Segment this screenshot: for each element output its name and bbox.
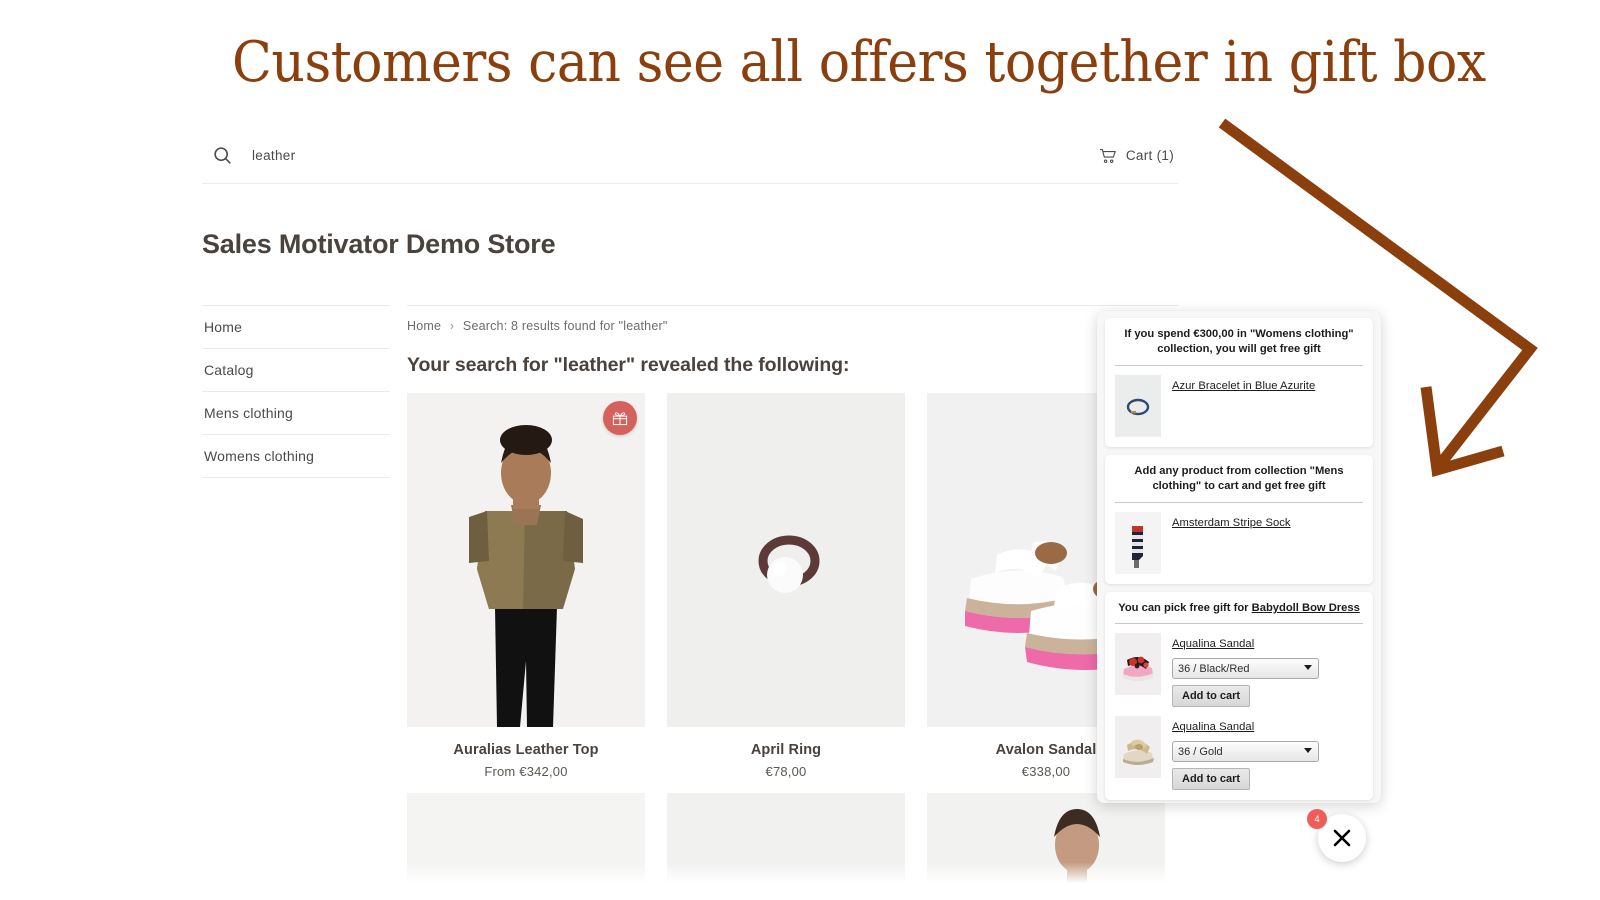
model-in-bronze-leather-top-illustration: [407, 393, 645, 727]
search-input[interactable]: [252, 148, 652, 163]
breadcrumb: Home › Search: 8 results found for "leat…: [407, 306, 1178, 333]
gift-box-icon: [612, 412, 628, 426]
add-to-cart-button[interactable]: Add to cart: [1172, 685, 1251, 708]
product-image[interactable]: [667, 793, 905, 888]
offer-card: Add any product from collection "Mens cl…: [1105, 454, 1373, 584]
gift-product-link[interactable]: Aqualina Sandal: [1172, 721, 1254, 733]
red-navy-striped-sock-illustration: [1115, 511, 1161, 574]
gift-item: Amsterdam Stripe Sock: [1115, 503, 1363, 574]
gift-item: Aqualina Sandal 36 / Gold Add to cart: [1115, 707, 1363, 791]
sidebar-item-womens-clothing[interactable]: Womens clothing: [202, 435, 390, 478]
breadcrumb-separator: ›: [449, 319, 455, 333]
cart-link[interactable]: Cart (1): [1099, 148, 1174, 164]
site-header: Cart (1): [202, 128, 1178, 184]
gift-details: Azur Bracelet in Blue Azurite: [1172, 375, 1363, 394]
gift-product-link[interactable]: Amsterdam Stripe Sock: [1172, 517, 1291, 529]
gift-badge[interactable]: [603, 401, 637, 435]
variant-select[interactable]: 36 / Gold: [1172, 741, 1319, 763]
offer-title: Add any product from collection "Mens cl…: [1115, 464, 1363, 503]
product-title: Auralias Leather Top: [453, 742, 599, 758]
gold-strap-sandal-illustration: [1115, 716, 1161, 779]
product-image[interactable]: [407, 393, 645, 727]
product-card[interactable]: April Ring €78,00: [667, 393, 905, 779]
offer-card: You can pick free gift for Babydoll Bow …: [1105, 591, 1373, 801]
search-results-region: Home › Search: 8 results found for "leat…: [407, 305, 1178, 888]
sidebar-nav: Home Catalog Mens clothing Womens clothi…: [202, 305, 390, 888]
store-page: Cart (1) Sales Motivator Demo Store Home…: [190, 128, 1190, 888]
product-image[interactable]: [667, 393, 905, 727]
product-card[interactable]: [927, 793, 1165, 888]
gift-thumbnail[interactable]: [1115, 716, 1161, 779]
product-card[interactable]: Auralias Leather Top From €342,00: [407, 393, 645, 779]
gift-details: Amsterdam Stripe Sock: [1172, 512, 1363, 531]
dark-band-ring-with-white-pearl-illustration: [667, 393, 905, 727]
annotation-headline: Customers can see all offers together in…: [232, 30, 1486, 95]
sidebar-item-catalog[interactable]: Catalog: [202, 349, 390, 392]
gift-product-link[interactable]: Azur Bracelet in Blue Azurite: [1172, 380, 1315, 392]
store-title: Sales Motivator Demo Store: [202, 229, 556, 259]
variant-select-wrapper: 36 / Gold: [1172, 735, 1319, 763]
product-title: April Ring: [750, 742, 822, 758]
offer-title-text: If you spend €300,00 in "Womens clothing…: [1124, 328, 1354, 356]
offer-card: If you spend €300,00 in "Womens clothing…: [1105, 318, 1373, 447]
page-body: Home Catalog Mens clothing Womens clothi…: [190, 305, 1190, 888]
product-image[interactable]: [407, 793, 645, 888]
gift-thumbnail[interactable]: [1115, 633, 1161, 696]
search-icon[interactable]: [212, 145, 234, 167]
offer-title-text: You can pick free gift for: [1118, 601, 1252, 614]
gift-thumbnail[interactable]: [1115, 374, 1161, 437]
model-in-black-jacket-illustration: [927, 793, 1165, 888]
product-price: From €342,00: [484, 764, 568, 779]
status-badge: 4: [1307, 809, 1327, 829]
offer-title-text: Add any product from collection "Mens cl…: [1134, 464, 1344, 493]
sidebar-item-home[interactable]: Home: [202, 306, 390, 349]
variant-select[interactable]: 36 / Black/Red: [1172, 658, 1319, 680]
shopping-cart-icon: [1099, 148, 1116, 163]
breadcrumb-home[interactable]: Home: [407, 319, 441, 333]
offer-target-product-link[interactable]: Babydoll Bow Dress: [1252, 602, 1360, 614]
product-price: €78,00: [765, 764, 807, 779]
blue-azurite-bracelet-illustration: [1115, 374, 1161, 437]
gift-thumbnail[interactable]: [1115, 511, 1161, 574]
sidebar-item-mens-clothing[interactable]: Mens clothing: [202, 392, 390, 435]
gift-item: Azur Bracelet in Blue Azurite: [1115, 366, 1363, 437]
add-to-cart-button[interactable]: Add to cart: [1172, 768, 1251, 791]
gift-details: Aqualina Sandal 36 / Black/Red Add to ca…: [1172, 633, 1363, 708]
gift-details: Aqualina Sandal 36 / Gold Add to cart: [1172, 716, 1363, 791]
screenshot-root: Customers can see all offers together in…: [0, 0, 1600, 900]
gift-item: Aqualina Sandal 36 / Black/Red Add to ca…: [1115, 624, 1363, 708]
offer-title: If you spend €300,00 in "Womens clothing…: [1115, 327, 1363, 366]
offer-title: You can pick free gift for Babydoll Bow …: [1115, 601, 1363, 625]
gift-box-popup: If you spend €300,00 in "Womens clothing…: [1097, 311, 1381, 803]
cart-label: Cart (1): [1125, 148, 1174, 163]
product-grid: Auralias Leather Top From €342,00 April …: [407, 393, 1178, 888]
empty-light-product-tile-illustration: [667, 793, 905, 888]
empty-light-product-tile-illustration: [407, 793, 645, 888]
pink-black-red-floral-sandal-illustration: [1115, 633, 1161, 696]
product-card[interactable]: [407, 793, 645, 888]
breadcrumb-current: Search: 8 results found for "leather": [462, 319, 668, 333]
close-x-icon: [1333, 829, 1351, 847]
page-title: Your search for "leather" revealed the f…: [407, 354, 850, 376]
product-image[interactable]: [927, 793, 1165, 888]
gift-product-link[interactable]: Aqualina Sandal: [1172, 638, 1254, 650]
product-card[interactable]: [667, 793, 905, 888]
variant-select-wrapper: 36 / Black/Red: [1172, 652, 1319, 680]
